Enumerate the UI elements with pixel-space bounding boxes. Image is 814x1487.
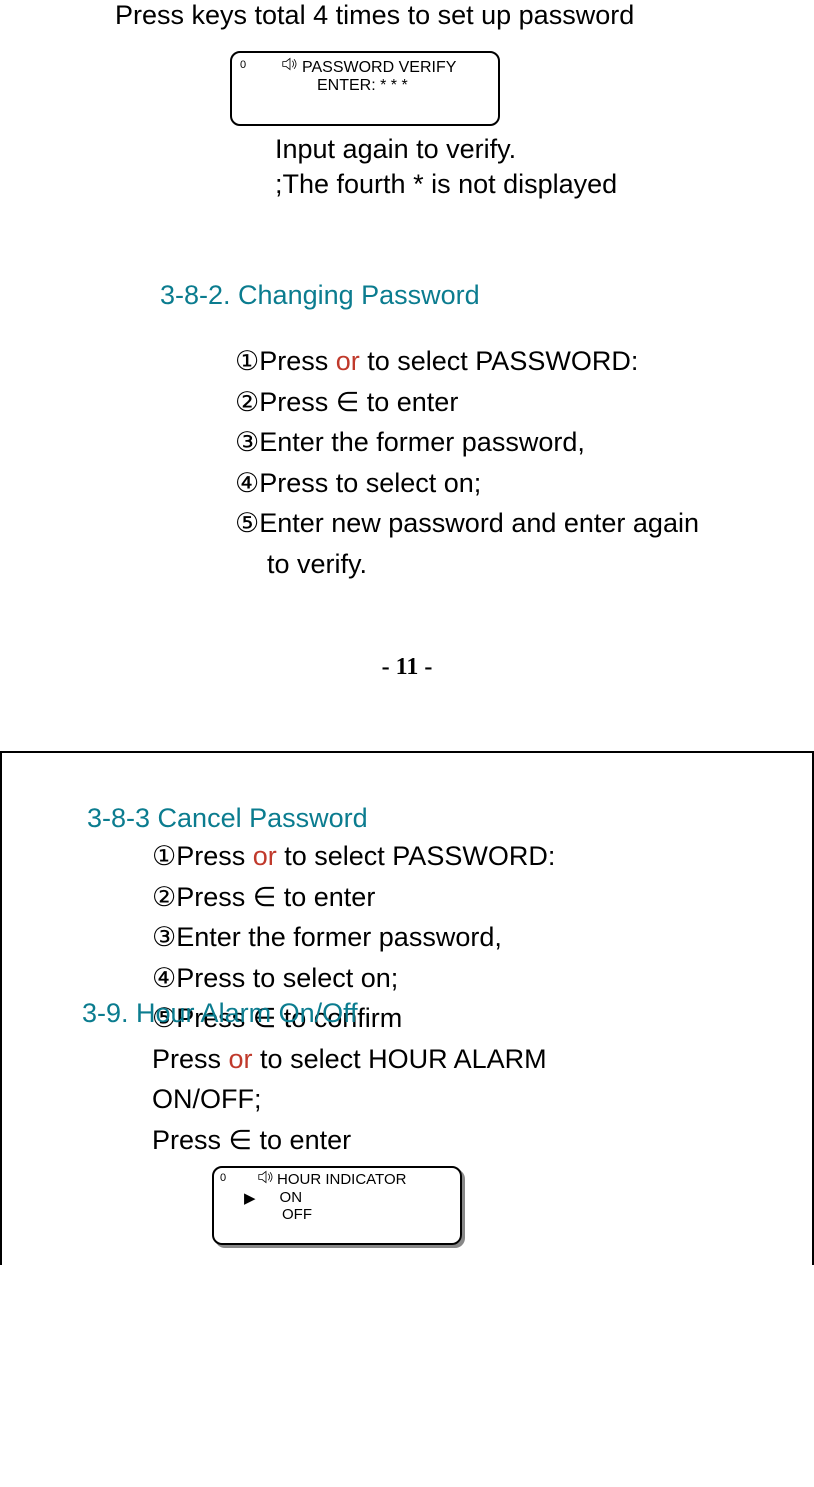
display-corner-char: 0 bbox=[220, 1172, 226, 1184]
step-2: ②Press ∈ to enter bbox=[235, 382, 774, 423]
cancel-step-1: ①Press or to select PASSWORD: bbox=[152, 836, 782, 877]
display-hour-line-2: ON bbox=[280, 1189, 303, 1206]
lcd-display-verify: 0 PASSWORD VERIFY ENTER: * * * bbox=[230, 51, 500, 126]
display-hour-line-1: HOUR INDICATOR bbox=[277, 1172, 452, 1189]
caption-verify-2: ;The fourth * is not displayed bbox=[275, 167, 774, 202]
hour-alarm-line-2: ON/OFF; bbox=[152, 1079, 782, 1120]
steps-changing-password: ①Press or to select PASSWORD: ②Press ∈ t… bbox=[235, 341, 774, 584]
speaker-icon bbox=[282, 57, 298, 76]
or-text: or bbox=[336, 346, 368, 376]
lcd-display-hour: 0 HOUR INDICATOR ▶ ON OFF bbox=[212, 1166, 462, 1245]
step-4: ④Press to select on; bbox=[235, 463, 774, 504]
cancel-step-3: ③Enter the former password, bbox=[152, 917, 782, 958]
display-hour-line-3: OFF bbox=[282, 1207, 452, 1224]
speaker-icon bbox=[258, 1170, 274, 1189]
caption-verify-1: Input again to verify. bbox=[275, 132, 774, 167]
page-12-frame: 3-8-3 Cancel Password ①Press or to selec… bbox=[0, 751, 814, 1265]
heading-changing-password: 3-8-2. Changing Password bbox=[160, 280, 774, 311]
or-text: or bbox=[229, 1044, 261, 1074]
display-line-1: PASSWORD VERIFY bbox=[302, 59, 488, 77]
hour-alarm-line-3: Press ∈ to enter bbox=[152, 1120, 782, 1161]
display-line-2: ENTER: * * * bbox=[317, 77, 488, 95]
step-5: ⑤Enter new password and enter again bbox=[235, 503, 774, 544]
hour-alarm-line-1: Press or to select HOUR ALARM bbox=[152, 1039, 782, 1080]
intro-text: Press keys total 4 times to set up passw… bbox=[115, 0, 774, 31]
step-1: ①Press or to select PASSWORD: bbox=[235, 341, 774, 382]
step-5b: to verify. bbox=[267, 544, 774, 585]
cancel-step-4: ④Press to select on; bbox=[152, 958, 782, 999]
step-3: ③Enter the former password, bbox=[235, 422, 774, 463]
selection-arrow-icon: ▶ bbox=[244, 1189, 256, 1207]
cancel-step-2: ②Press ∈ to enter bbox=[152, 877, 782, 918]
heading-cancel-password: 3-8-3 Cancel Password bbox=[87, 803, 782, 834]
page-number: - 11 - bbox=[0, 654, 814, 681]
or-text: or bbox=[253, 841, 285, 871]
heading-hour-alarm: 3-9. Hour Alarm On/Off bbox=[82, 998, 358, 1029]
display-corner-char: 0 bbox=[240, 59, 246, 71]
